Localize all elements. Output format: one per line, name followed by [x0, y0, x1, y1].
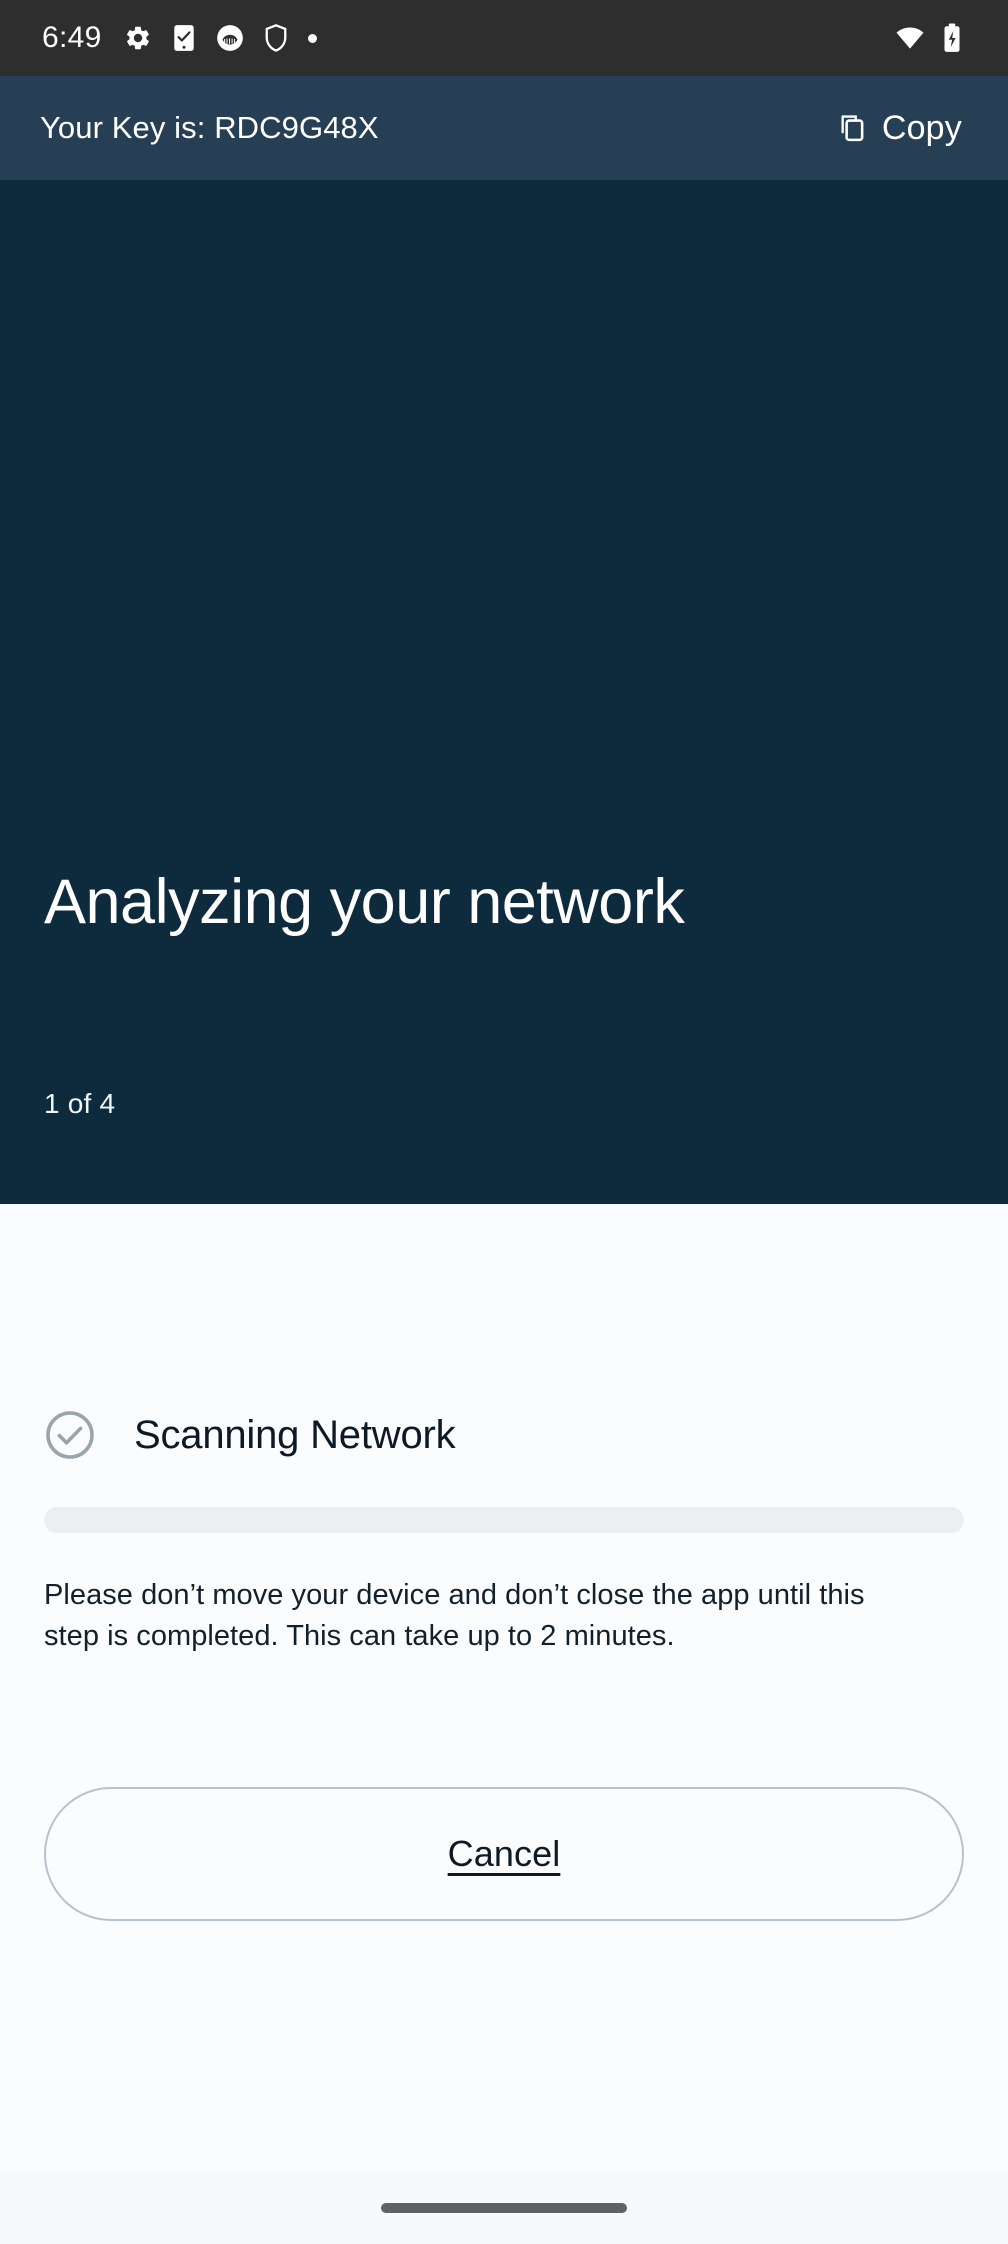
battery-charging-icon — [938, 23, 966, 52]
copy-icon — [838, 114, 866, 142]
key-header-bar: Your Key is: RDC9G48X Copy — [0, 76, 1008, 180]
status-bar-left: 6:49 — [42, 21, 317, 55]
instruction-text: Please don’t move your device and don’t … — [44, 1579, 865, 1653]
copy-button[interactable]: Copy — [838, 109, 962, 148]
step-name-label: Scanning Network — [134, 1412, 456, 1457]
app-screen: 6:49 Your Key is: RDC9G48X Copy Analyzin… — [0, 0, 1008, 2244]
page-title: Analyzing your network — [44, 866, 685, 937]
overflow-dot-icon — [307, 33, 317, 43]
step-indicator: 1 of 4 — [44, 1088, 116, 1119]
progress-bar — [44, 1507, 964, 1533]
status-clock: 6:49 — [42, 21, 102, 54]
hero-panel: Analyzing your network 1 of 4 — [0, 180, 1008, 1204]
wifi-icon — [896, 24, 924, 52]
status-bar-right — [896, 23, 976, 52]
gesture-handle[interactable] — [381, 2203, 627, 2213]
copy-button-label: Copy — [881, 108, 962, 147]
settings-gear-icon — [124, 24, 152, 52]
cancel-button-label: Cancel — [447, 1833, 561, 1875]
content-panel: Scanning Network Please don’t move your … — [0, 1204, 1008, 2172]
cancel-button[interactable]: Cancel — [44, 1787, 964, 1922]
app-badge-icon — [216, 24, 244, 52]
system-navigation-bar — [0, 2172, 1008, 2244]
phone-check-icon — [170, 24, 198, 52]
circle-check-icon — [44, 1409, 96, 1461]
status-bar: 6:49 — [0, 0, 1008, 76]
shield-icon — [262, 24, 290, 52]
current-step-row: Scanning Network — [44, 1409, 964, 1461]
key-display-text: Your Key is: RDC9G48X — [40, 110, 379, 145]
